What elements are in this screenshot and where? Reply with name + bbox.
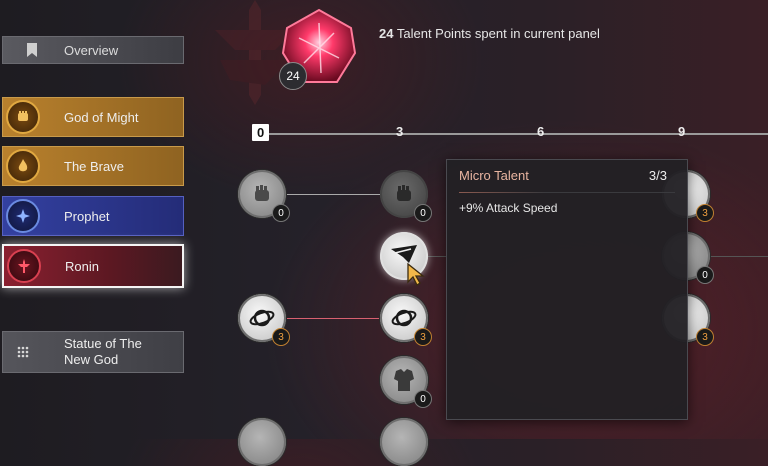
star-emblem-icon	[3, 196, 43, 236]
talent-node-count: 3	[696, 328, 714, 346]
connector-line-active	[286, 318, 380, 319]
points-spent-label: Talent Points spent in current panel	[396, 26, 600, 41]
talent-node-fist[interactable]: 0	[238, 170, 290, 222]
talent-node-partial[interactable]	[380, 418, 428, 466]
sidebar-item-the-brave[interactable]: The Brave	[2, 146, 184, 186]
talent-tooltip: Micro Talent 3/3 +9% Attack Speed	[446, 159, 688, 420]
sidebar-item-label: Ronin	[65, 258, 99, 274]
orbit-icon	[249, 309, 275, 327]
talent-node-count: 0	[414, 204, 432, 222]
points-spent-number: 24	[379, 26, 394, 41]
sidebar-item-label: The Brave	[64, 158, 124, 174]
talent-node-fist-locked[interactable]: 0	[380, 170, 432, 222]
mouse-cursor-icon	[407, 262, 425, 286]
tier-timeline	[260, 133, 768, 135]
fist-emblem-icon	[3, 97, 43, 137]
tier-tick-0: 0	[252, 124, 270, 141]
talent-node-count: 3	[414, 328, 432, 346]
talent-node-orbit[interactable]: 3	[238, 294, 290, 346]
fist-icon	[255, 185, 269, 201]
points-spent-text: 24 Talent Points spent in current panel	[379, 26, 600, 41]
talent-node-count: 3	[272, 328, 290, 346]
talent-node-orbit[interactable]: 3	[380, 294, 432, 346]
sidebar-item-label: Prophet	[64, 208, 110, 224]
crystal-points-badge: 24	[279, 62, 307, 90]
statue-label: Statue of The New God	[64, 336, 142, 367]
tier-tick-6: 6	[537, 124, 545, 139]
tooltip-description: +9% Attack Speed	[459, 201, 558, 215]
tier-tick-3: 3	[396, 124, 404, 139]
talent-node-count: 0	[696, 266, 714, 284]
connector-line	[286, 194, 380, 195]
talent-node-count: 0	[414, 390, 432, 408]
dots-grid-icon	[3, 332, 43, 372]
tooltip-level: 3/3	[648, 168, 667, 183]
overview-label: Overview	[64, 42, 119, 58]
flame-emblem-icon	[3, 146, 43, 186]
statue-of-the-new-god-button[interactable]: Statue of The New God	[2, 331, 184, 373]
talent-node-count: 3	[696, 204, 714, 222]
talent-node-count: 0	[272, 204, 290, 222]
orbit-icon	[391, 309, 417, 327]
overview-button[interactable]: Overview	[2, 36, 184, 64]
connector-line	[428, 256, 446, 257]
sidebar-item-god-of-might[interactable]: God of Might	[2, 97, 184, 137]
talent-node-partial[interactable]	[238, 418, 286, 466]
talent-node-armor[interactable]: 0	[380, 356, 432, 408]
sidebar-item-ronin[interactable]: Ronin	[2, 244, 184, 288]
ronin-emblem-icon	[4, 246, 44, 286]
fist-icon	[397, 185, 411, 201]
sidebar-item-label: God of Might	[64, 109, 139, 125]
armor-icon	[394, 369, 414, 391]
bookmark-icon	[3, 30, 61, 70]
sidebar-item-prophet[interactable]: Prophet	[2, 196, 184, 236]
tooltip-title: Micro Talent	[459, 168, 529, 183]
tier-tick-9: 9	[678, 124, 686, 139]
